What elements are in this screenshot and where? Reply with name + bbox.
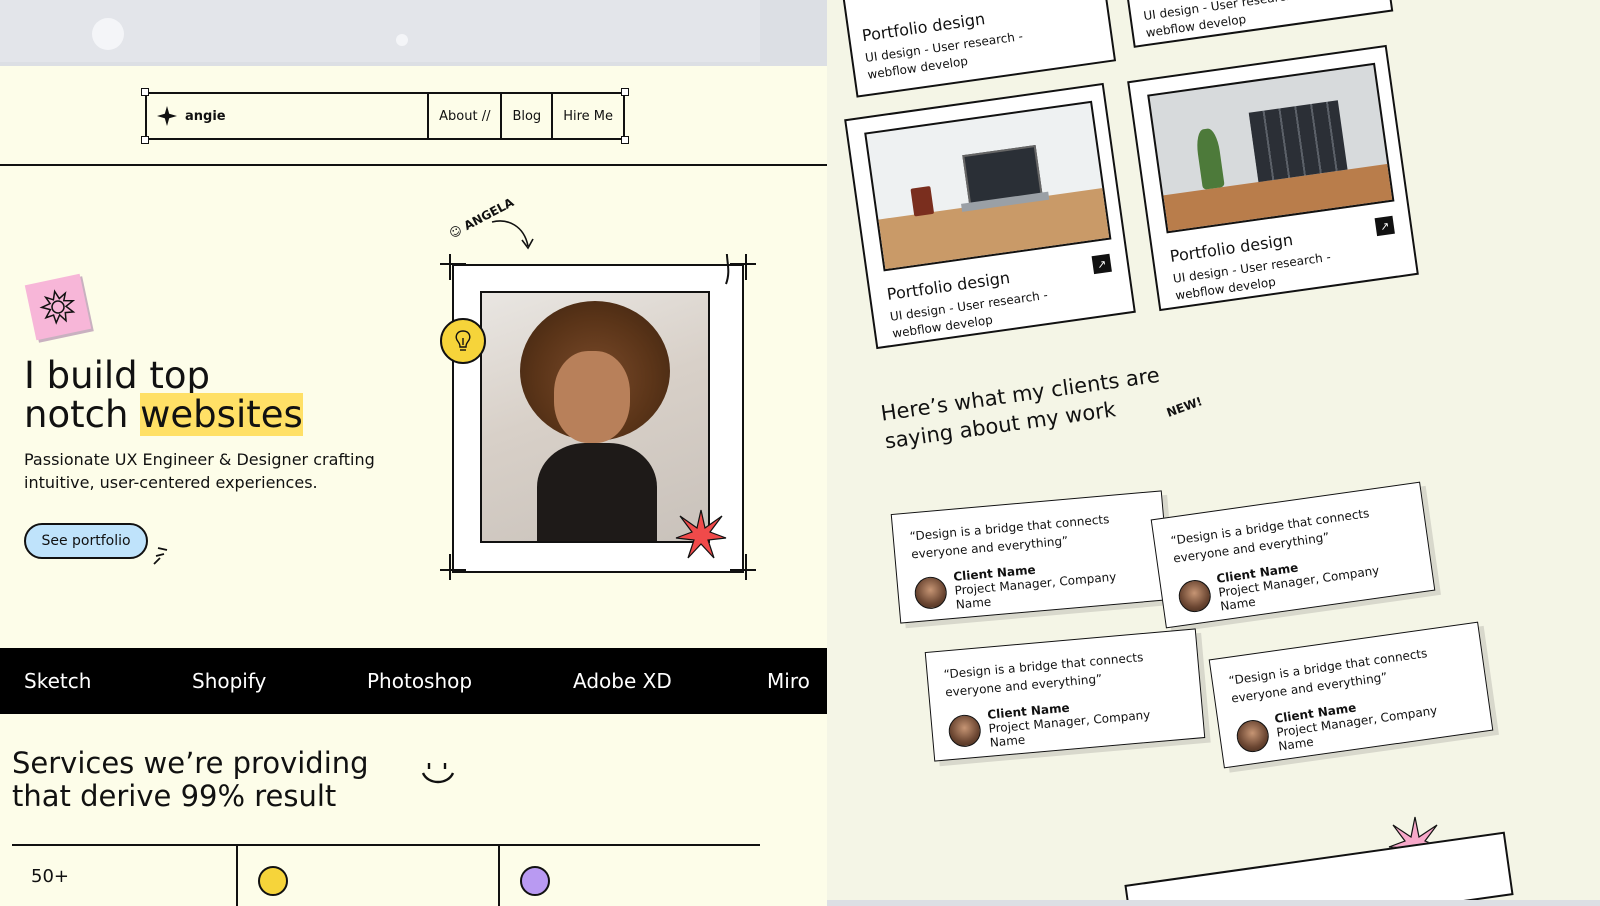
hero-title-line1: I build top [24,354,211,397]
portfolio-card-partial[interactable]: UI design - User research - webflow devel… [1122,0,1394,48]
sun-doodle-icon [39,289,76,325]
star-badge-icon [258,866,288,896]
services-title-line2: that derive 99% result [12,779,337,813]
skill-adobe-xd: Adobe XD [573,669,672,693]
new-badge: NEW! [1164,394,1205,420]
services-title-line1: Services we’re providing [12,746,369,780]
selection-handle [141,88,149,96]
landing-page-right: Portfolio design UI design - User resear… [827,0,1600,900]
sticky-note [24,273,92,341]
partial-card-bottom [1124,831,1514,900]
avatar [1234,718,1271,755]
hero-title: I build top notch websites [24,354,303,436]
portfolio-card[interactable]: Portfolio design UI design - User resear… [1127,44,1419,312]
hero-subtitle: Passionate UX Engineer & Designer crafti… [24,450,375,492]
external-link-icon[interactable]: ↗ [1091,253,1112,275]
services-divider [12,844,760,846]
top-navigation: angie About // Blog Hire Me [141,88,629,144]
testimonial-card: “Design is a bridge that connects everyon… [1208,621,1494,769]
skill-shopify: Shopify [192,669,267,693]
testimonial-card: “Design is a bridge that connects everyon… [1150,481,1436,629]
nav-item-hire-me[interactable]: Hire Me [551,94,623,138]
background-blob [396,34,408,46]
portfolio-image-laptop [864,100,1112,272]
hero-title-highlight: websites [140,393,303,436]
hero-title-line2: notch [24,393,141,436]
external-link-icon[interactable]: ↗ [1374,215,1395,237]
testimonial-card: “Design is a bridge that connects everyon… [924,628,1206,762]
services-column-divider [498,846,500,906]
sparkle-icon [157,106,177,126]
skills-band: Sketch Shopify Photoshop Adobe XD Miro [0,648,827,714]
bookshelf [1248,100,1348,183]
nav-item-blog[interactable]: Blog [500,94,551,138]
avatar [947,713,983,749]
landing-page-left: angie About // Blog Hire Me I build top … [0,66,827,906]
brand-name: angie [185,108,226,124]
brand-logo[interactable]: angie [147,94,427,138]
drink-glass [910,186,935,217]
portfolio-image-office [1147,62,1395,234]
skill-photoshop: Photoshop [367,669,473,693]
selection-handle [141,136,149,144]
services-title: Services we’re providing that derive 99%… [12,747,369,813]
portfolio-card-partial[interactable]: Portfolio design UI design - User resear… [839,0,1117,98]
testimonial-card: “Design is a bridge that connects everyon… [890,490,1172,624]
skill-miro: Miro [767,669,810,693]
services-column-divider [236,846,238,906]
skill-sketch: Sketch [24,669,92,693]
stat-count: 50+ [31,866,69,887]
testimonials-title: Here’s what my clients are saying about … [879,361,1165,456]
portfolio-card-desc: UI design - User research - webflow devel… [1142,0,1303,40]
portfolio-card[interactable]: Portfolio design UI design - User resear… [844,82,1136,350]
smiley-icon [421,763,455,784]
hash-badge-icon [520,866,550,896]
plant [1194,127,1225,190]
testimonial-author: Client Name Project Manager, Company Name [947,691,1188,754]
avatar [913,575,949,611]
nav-item-about[interactable]: About // [427,94,500,138]
selection-handle [621,88,629,96]
selection-handle [621,136,629,144]
header-divider [0,164,827,166]
see-portfolio-button[interactable]: See portfolio [24,523,148,559]
testimonial-author: Client Name Project Manager, Company Name [913,553,1154,616]
background-blob [92,18,124,50]
frame-corner-ticks [440,254,756,580]
spark-lines-icon [153,547,168,565]
curved-arrow-icon [491,220,534,250]
avatar [1176,578,1213,615]
